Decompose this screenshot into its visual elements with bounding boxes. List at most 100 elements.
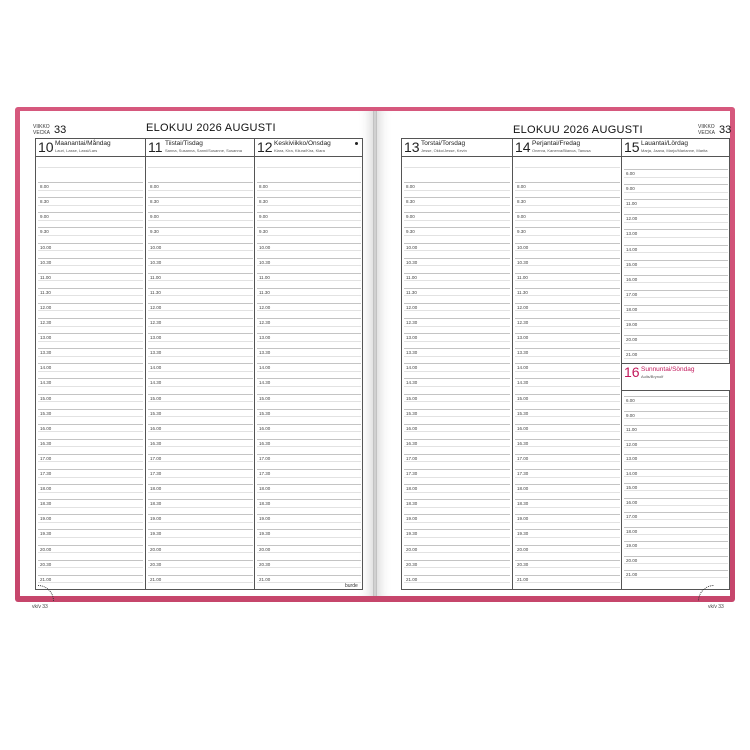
- slot-line: [515, 363, 620, 365]
- time-label: 17.00: [406, 455, 418, 461]
- slot-line: [515, 242, 620, 244]
- slot-line: [38, 438, 143, 440]
- time-slots: 8.00 8.30 9.00 9.30 10.00 10.30 11.00 11.30 12.0…: [255, 139, 363, 589]
- slot-half-line: [148, 280, 253, 282]
- time-label: 19.00: [40, 516, 52, 522]
- slot-half-line: [404, 385, 510, 387]
- slot-line: [148, 257, 253, 259]
- slot-half-line: [515, 582, 620, 584]
- slot-line: [148, 227, 253, 229]
- sunday-header: 16 Sunnuntai/Söndag Aulis/Brynolf: [622, 363, 730, 391]
- time-label: 20.30: [150, 561, 162, 567]
- slot-half-line: [148, 582, 253, 584]
- slot-line: [624, 555, 728, 557]
- slot-half-line: [257, 431, 361, 433]
- time-label: 16.00: [626, 276, 638, 282]
- day-column-15-16[interactable]: 15 Lauantai/Lördag Marja, Jaana, Marjo/M…: [621, 139, 730, 589]
- time-label: 9.30: [517, 229, 526, 235]
- slot-half-line: [257, 521, 361, 523]
- slot-half-line: [148, 552, 253, 554]
- slot-half-line: [515, 204, 620, 206]
- slot-half-line: [515, 385, 620, 387]
- slot-half-line: [515, 219, 620, 221]
- slot-half-line: [515, 476, 620, 478]
- time-label: 14.00: [626, 246, 638, 252]
- slot-line: [38, 423, 143, 425]
- slot-half-line: [515, 446, 620, 448]
- time-label: 19.00: [517, 516, 529, 522]
- slot-half-line: [624, 206, 728, 208]
- slot-line: [148, 287, 253, 289]
- slot-line: [404, 408, 510, 410]
- slot-half-line: [148, 461, 253, 463]
- time-label: 9.30: [150, 229, 159, 235]
- time-label: 14.30: [150, 380, 162, 386]
- slot-line: [404, 529, 510, 531]
- slot-half-line: [148, 189, 253, 191]
- time-label: 9.30: [259, 229, 268, 235]
- day-column-14[interactable]: 14 Perjantai/Fredag Onerva, Kanerva/Bian…: [512, 139, 622, 589]
- slot-half-line: [38, 401, 143, 403]
- slot-line: [404, 453, 510, 455]
- slot-line: [515, 574, 620, 576]
- time-label: 15.30: [517, 410, 529, 416]
- slot-line: [515, 484, 620, 486]
- time-label: 14.00: [40, 365, 52, 371]
- brand-logo: burde: [345, 583, 358, 589]
- slot-half-line: [148, 234, 253, 236]
- slot-line: [624, 244, 728, 246]
- slot-line: [515, 182, 620, 184]
- slot-half-line: [148, 204, 253, 206]
- slot-line: [38, 529, 143, 531]
- time-label: 8.00: [406, 184, 415, 190]
- slot-line: [148, 363, 253, 365]
- slot-line: [404, 514, 510, 516]
- slot-line: [624, 497, 728, 499]
- day-column-12[interactable]: 12 Keskiviikko/Onsdag Klara, Kira, Kiiur…: [254, 139, 363, 589]
- slot-line: [148, 514, 253, 516]
- day-column-10[interactable]: 10 Maanantai/Måndag Lauri, Lasse, Lassi/…: [36, 139, 145, 589]
- time-label: 20.30: [406, 561, 418, 567]
- slot-half-line: [38, 431, 143, 433]
- time-label: 17.00: [150, 455, 162, 461]
- slot-line: [404, 167, 510, 168]
- slot-line: [38, 302, 143, 304]
- slot-line: [38, 212, 143, 214]
- page-code-left: vk/v 33: [32, 604, 48, 610]
- day-column-11[interactable]: 11 Tiistai/Tisdag Sanna, Susanna, Sanni/…: [145, 139, 255, 589]
- slot-line: [148, 574, 253, 576]
- slot-line: [257, 453, 361, 455]
- slot-half-line: [148, 219, 253, 221]
- week-label-sv: VECKA: [698, 130, 715, 136]
- slot-half-line: [404, 582, 510, 584]
- slot-half-line: [624, 357, 728, 359]
- slot-line: [404, 212, 510, 214]
- slot-half-line: [148, 491, 253, 493]
- time-label: 15.30: [40, 410, 52, 416]
- slot-half-line: [257, 536, 361, 538]
- time-label: 17.00: [626, 291, 638, 297]
- time-label: 18.30: [517, 501, 529, 507]
- slot-line: [624, 468, 728, 470]
- slot-line: [515, 438, 620, 440]
- slot-half-line: [404, 189, 510, 191]
- slot-half-line: [515, 461, 620, 463]
- slot-line: [148, 348, 253, 350]
- slot-line: [148, 212, 253, 214]
- time-label: 13.00: [406, 335, 418, 341]
- planner-spine: [373, 111, 377, 596]
- time-label: 15.00: [259, 395, 271, 401]
- slot-half-line: [257, 491, 361, 493]
- slot-line: [257, 212, 361, 214]
- time-label: 12.00: [406, 304, 418, 310]
- slot-half-line: [38, 536, 143, 538]
- slot-half-line: [515, 552, 620, 554]
- time-label: 8.00: [517, 184, 526, 190]
- time-label: 12.30: [259, 320, 271, 325]
- time-label: 13.00: [626, 456, 638, 461]
- time-label: 20.30: [517, 561, 529, 567]
- day-column-13[interactable]: 13 Torstai/Torsdag Jesse, Okko/Jesse, Ke…: [402, 139, 512, 589]
- slot-line: [148, 529, 253, 531]
- slot-half-line: [148, 250, 253, 252]
- slot-line: [148, 453, 253, 455]
